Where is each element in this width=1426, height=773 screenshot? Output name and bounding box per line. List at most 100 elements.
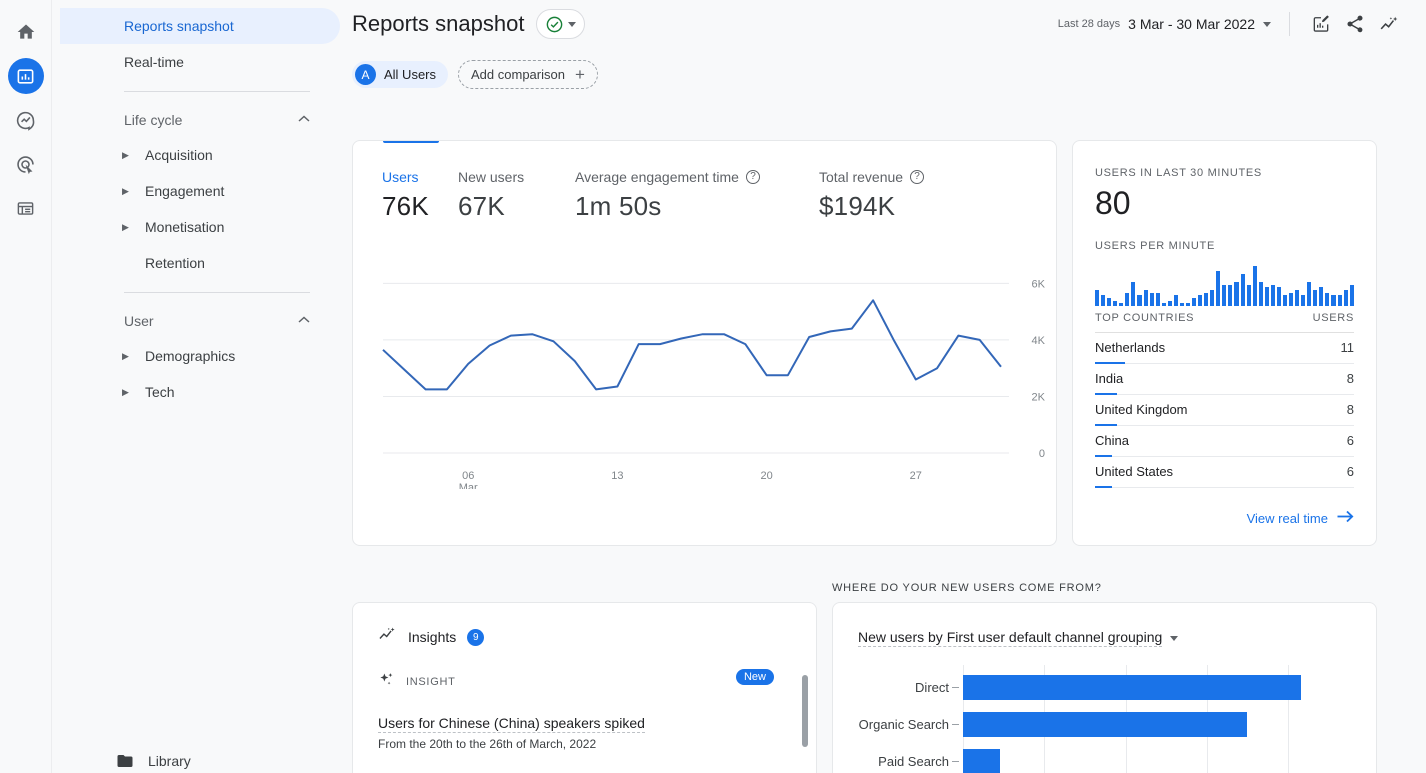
channel-bar xyxy=(963,712,1247,737)
channel-label: Organic Search xyxy=(858,717,949,732)
sidebar-item-reports-snapshot[interactable]: Reports snapshot xyxy=(60,8,340,44)
sidebar-item-retention[interactable]: Retention xyxy=(60,245,340,281)
realtime-users-value: 80 xyxy=(1095,185,1131,221)
configure-icon[interactable] xyxy=(8,190,44,226)
home-icon[interactable] xyxy=(8,14,44,50)
insight-headline[interactable]: Users for Chinese (China) speakers spike… xyxy=(378,715,645,733)
country-users: 8 xyxy=(1346,371,1354,386)
triangle-right-icon: ▶ xyxy=(122,185,129,196)
svg-text:2K: 2K xyxy=(1032,391,1046,403)
spark-bar xyxy=(1216,271,1221,306)
svg-text:13: 13 xyxy=(611,470,623,482)
chevron-up-icon[interactable] xyxy=(298,315,310,327)
country-users: 6 xyxy=(1346,464,1354,479)
view-real-time-link[interactable]: View real time xyxy=(1095,510,1354,526)
comparison-row: A All Users Add comparison + xyxy=(352,60,598,89)
metric-users[interactable]: Users 76K xyxy=(382,169,458,222)
date-range-prefix: Last 28 days xyxy=(1057,18,1121,30)
spark-bar xyxy=(1313,290,1318,306)
spark-bar xyxy=(1222,284,1227,306)
country-row[interactable]: United Kingdom 8 xyxy=(1095,395,1354,426)
sidebar-item-monetisation[interactable]: ▶ Monetisation xyxy=(60,209,340,245)
all-users-chip[interactable]: A All Users xyxy=(352,61,449,88)
explore-icon[interactable] xyxy=(8,102,44,138)
sidebar-item-label: Retention xyxy=(145,255,205,271)
spark-bar xyxy=(1095,290,1100,306)
channel-label: Direct xyxy=(915,680,949,695)
insight-new-badge: New xyxy=(735,669,774,685)
channel-bar-row[interactable]: Direct xyxy=(915,675,1301,700)
edit-comparison-icon[interactable] xyxy=(1304,7,1338,41)
arrow-right-icon xyxy=(1337,510,1354,526)
new-users-by-channel-chart[interactable]: Direct Organic Search Paid Search xyxy=(833,665,1376,773)
channel-bar-row[interactable]: Organic Search xyxy=(859,712,1247,737)
date-range-picker[interactable]: Last 28 days 3 Mar - 30 Mar 2022 xyxy=(1058,16,1271,32)
spark-bar xyxy=(1246,284,1251,306)
metric-new-users[interactable]: New users 67K xyxy=(458,169,575,222)
sidebar-section-user[interactable]: User xyxy=(124,304,310,338)
svg-text:6K: 6K xyxy=(1032,278,1046,290)
insights-header: Insights 9 xyxy=(353,603,816,649)
share-icon[interactable] xyxy=(1338,7,1372,41)
help-icon[interactable]: ? xyxy=(745,170,760,184)
metric-value: 76K xyxy=(382,191,429,221)
metric-avg-engagement-time[interactable]: Average engagement time ? 1m 50s xyxy=(575,169,819,222)
spark-bar xyxy=(1204,292,1209,306)
spark-bar xyxy=(1137,295,1142,306)
insights-scrollbar[interactable] xyxy=(802,675,808,747)
help-icon[interactable]: ? xyxy=(910,170,925,184)
metric-label: New users xyxy=(458,169,525,185)
add-comparison-button[interactable]: Add comparison + xyxy=(458,60,598,89)
svg-text:20: 20 xyxy=(760,470,772,482)
sidebar-item-acquisition[interactable]: ▶ Acquisition xyxy=(60,137,340,173)
sidebar-item-demographics[interactable]: ▶ Demographics xyxy=(60,338,340,374)
country-name: India xyxy=(1095,371,1124,386)
country-row[interactable]: Netherlands 11 xyxy=(1095,333,1354,364)
users-per-minute-chart[interactable] xyxy=(1095,264,1354,306)
sidebar-item-engagement[interactable]: ▶ Engagement xyxy=(60,173,340,209)
insight-item[interactable]: INSIGHT New Users for Chinese (China) sp… xyxy=(353,649,816,751)
sidebar-section-life-cycle[interactable]: Life cycle xyxy=(124,103,310,137)
top-countries-list: Netherlands 11 India 8 United Kingdom 8 China 6… xyxy=(1095,333,1354,488)
channel-bar-row[interactable]: Paid Search xyxy=(878,749,1001,773)
spark-bar xyxy=(1295,290,1300,306)
country-row[interactable]: India 8 xyxy=(1095,364,1354,395)
sidebar-item-label: Engagement xyxy=(145,183,225,199)
insights-count-badge: 9 xyxy=(467,628,485,646)
spark-bar xyxy=(1228,284,1233,306)
metric-tabs: Users 76K New users 67K Average engageme… xyxy=(353,141,1056,222)
triangle-right-icon: ▶ xyxy=(122,149,129,160)
channels-card: New users by First user default channel … xyxy=(832,602,1377,773)
spark-bar xyxy=(1210,290,1215,306)
country-row[interactable]: China 6 xyxy=(1095,426,1354,457)
spark-bar xyxy=(1149,292,1154,306)
users-line-chart[interactable]: 6K 4K 2K 0 06 Mar 13 20 27 xyxy=(353,259,1056,494)
spark-bar xyxy=(1107,298,1112,306)
sidebar-nav: Reports snapshot Real-time Life cycle ▶ … xyxy=(52,0,352,773)
sidebar-item-tech[interactable]: ▶ Tech xyxy=(60,374,340,410)
advertising-icon[interactable] xyxy=(8,146,44,182)
axis-tick xyxy=(952,724,959,725)
page-title: Reports snapshot xyxy=(352,11,525,36)
icon-rail xyxy=(0,0,52,773)
channel-bar xyxy=(963,675,1301,700)
chevron-up-icon[interactable] xyxy=(298,114,310,126)
spark-bar xyxy=(1282,295,1287,306)
report-status-dropdown[interactable] xyxy=(536,9,586,39)
spark-bar xyxy=(1258,282,1263,306)
sidebar-item-library[interactable]: Library xyxy=(52,743,352,773)
reports-icon[interactable] xyxy=(7,58,44,94)
spark-bar xyxy=(1264,287,1269,306)
sidebar-divider xyxy=(124,91,310,92)
spark-bar xyxy=(1319,287,1324,306)
avatar: A xyxy=(355,64,376,85)
insights-icon[interactable] xyxy=(1372,7,1406,41)
svg-text:Mar: Mar xyxy=(459,482,478,489)
metric-total-revenue[interactable]: Total revenue ? $194K xyxy=(819,169,925,222)
country-row[interactable]: United States 6 xyxy=(1095,457,1354,488)
channels-title-dropdown[interactable]: New users by First user default channel … xyxy=(833,603,1179,647)
check-circle-icon xyxy=(545,15,564,34)
insights-title: Insights xyxy=(408,629,457,645)
sidebar-item-real-time[interactable]: Real-time xyxy=(60,44,340,80)
active-metric-indicator xyxy=(383,141,439,143)
